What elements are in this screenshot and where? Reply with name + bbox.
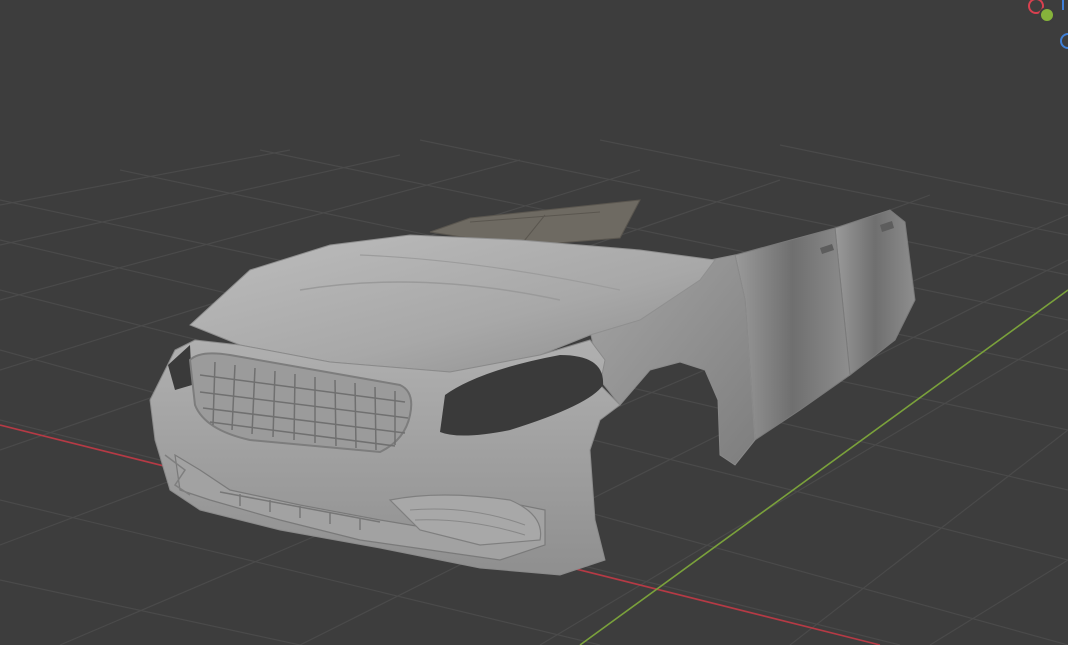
3d-viewport[interactable]	[0, 0, 1068, 645]
viewport-scene[interactable]	[0, 0, 1068, 645]
z-axis-icon[interactable]	[1060, 33, 1068, 49]
y-axis-icon[interactable]	[1039, 7, 1055, 23]
navigation-gizmo[interactable]	[1018, 0, 1068, 60]
